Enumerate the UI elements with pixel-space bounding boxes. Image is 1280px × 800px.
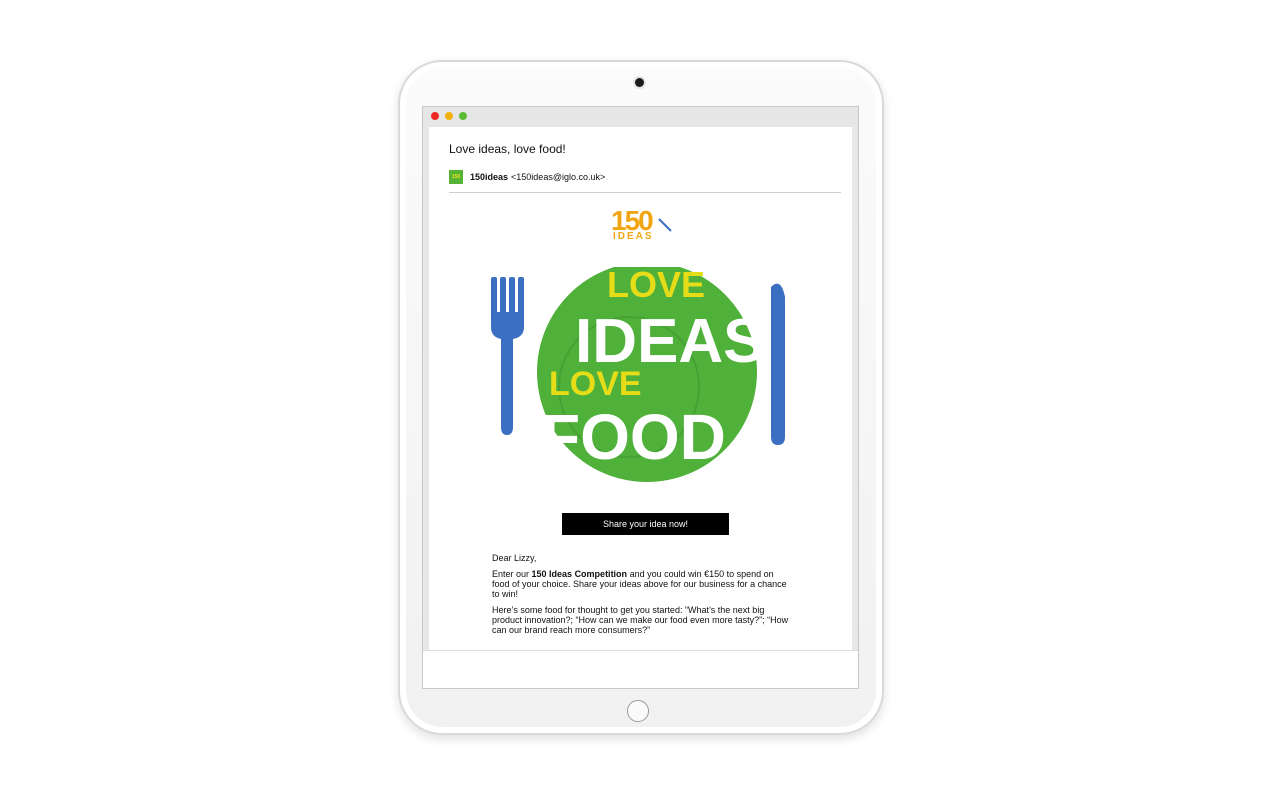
maximize-window-button[interactable] — [459, 112, 467, 120]
screen-footer — [423, 650, 858, 688]
hero-line-1: LOVE — [607, 267, 705, 305]
hero-line-3: LOVE — [549, 365, 642, 403]
fork-icon — [491, 277, 524, 435]
email-sender: 150 150ideas <150ideas@iglo.co.uk> — [449, 170, 605, 184]
sender-email: <150ideas@iglo.co.uk> — [511, 172, 606, 182]
camera-icon — [635, 78, 644, 87]
header-divider — [449, 192, 841, 193]
p1-bold: 150 Ideas Competition — [531, 569, 628, 579]
p1-pre: Enter our — [492, 569, 532, 579]
hero-line-4: FOOD — [541, 401, 726, 473]
email-view: Love ideas, love food! 150 150ideas <150… — [429, 127, 852, 650]
body-paragraph-2: Here’s some food for thought to get you … — [492, 605, 789, 635]
tablet-screen: Love ideas, love food! 150 150ideas <150… — [422, 106, 859, 689]
knife-icon — [771, 283, 785, 445]
brand-logo: 150 IDEAS — [609, 205, 689, 247]
share-idea-button[interactable]: Share your idea now! — [562, 513, 729, 535]
home-button[interactable] — [627, 700, 649, 722]
email-subject: Love ideas, love food! — [449, 142, 566, 156]
hero-banner: LOVE IDEAS LOVE FOOD — [491, 267, 785, 482]
email-body: Dear Lizzy, Enter our 150 Ideas Competit… — [492, 553, 792, 641]
minimize-window-button[interactable] — [445, 112, 453, 120]
window-titlebar — [423, 107, 858, 127]
greeting: Dear Lizzy, — [492, 553, 537, 563]
sender-name: 150ideas — [470, 172, 509, 182]
close-window-button[interactable] — [431, 112, 439, 120]
sender-avatar: 150 — [449, 170, 463, 184]
body-paragraph-1: Enter our 150 Ideas Competition and you … — [492, 569, 792, 599]
fork-in-logo-icon — [658, 218, 672, 232]
